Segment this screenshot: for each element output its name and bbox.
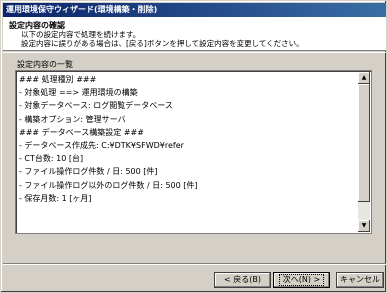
step-description-line-2: 設定内容に誤りがある場合は、[戻る]ボタンを押して設定内容を変更してください。 [21, 39, 304, 48]
header-divider [3, 52, 386, 53]
cancel-button[interactable]: キャンセル [336, 272, 384, 288]
settings-list-label: 設定内容の一覧 [17, 60, 73, 69]
wizard-header: 設定内容の確認 以下の設定内容で処理を続けます。 設定内容に誤りがある場合は、[… [3, 17, 386, 51]
footer-divider [3, 263, 386, 265]
list-item: - 対象データベース: ログ閲覧データベース [19, 101, 173, 111]
step-description-line-1: 以下の設定内容で処理を続けます。 [21, 30, 141, 39]
list-item: - 保存月数: 1 [ヶ月] [19, 193, 92, 203]
scroll-up-icon[interactable]: ▲ [358, 72, 370, 84]
list-item: ### 処理種別 ### [19, 75, 97, 84]
list-item: - データベース作成先: C:¥DTK¥SFWD¥refer [19, 140, 184, 150]
list-item: - ファイル操作ログ以外のログ件数 / 日: 500 [件] [19, 180, 198, 190]
wizard-window: 運用環境保守ウィザード(環境構築・削除) 設定内容の確認 以下の設定内容で処理を… [0, 0, 387, 293]
list-item [18, 218, 358, 231]
back-button[interactable]: < 戻る(B) [214, 272, 271, 288]
settings-list-content: ### 処理種別 ### - 対象処理 ==> 運用環境の構築 - 対象データベ… [18, 73, 358, 233]
next-button-label: 次へ(N) > [278, 274, 325, 286]
settings-listbox[interactable]: ### 処理種別 ### - 対象処理 ==> 運用環境の構築 - 対象データベ… [15, 70, 372, 234]
list-item: - 構築オプション: 管理サーバ [19, 114, 126, 124]
step-description: 以下の設定内容で処理を続けます。 設定内容に誤りがある場合は、[戻る]ボタンを押… [21, 30, 304, 48]
vertical-scrollbar[interactable]: ▲ ▼ [358, 72, 370, 232]
list-item: - 対象処理 ==> 運用環境の構築 [19, 88, 138, 98]
scroll-down-icon[interactable]: ▼ [358, 220, 370, 232]
list-item [18, 205, 358, 218]
next-button[interactable]: 次へ(N) > [273, 272, 330, 288]
list-item: - ファイル操作ログ件数 / 日: 500 [件] [19, 167, 158, 177]
window-title: 運用環境保守ウィザード(環境構築・削除) [3, 3, 386, 17]
scrollbar-thumb[interactable] [358, 84, 370, 202]
list-item: ### データベース構築設定 ### [19, 127, 144, 137]
list-item: - CT台数: 10 [台] [19, 154, 84, 164]
